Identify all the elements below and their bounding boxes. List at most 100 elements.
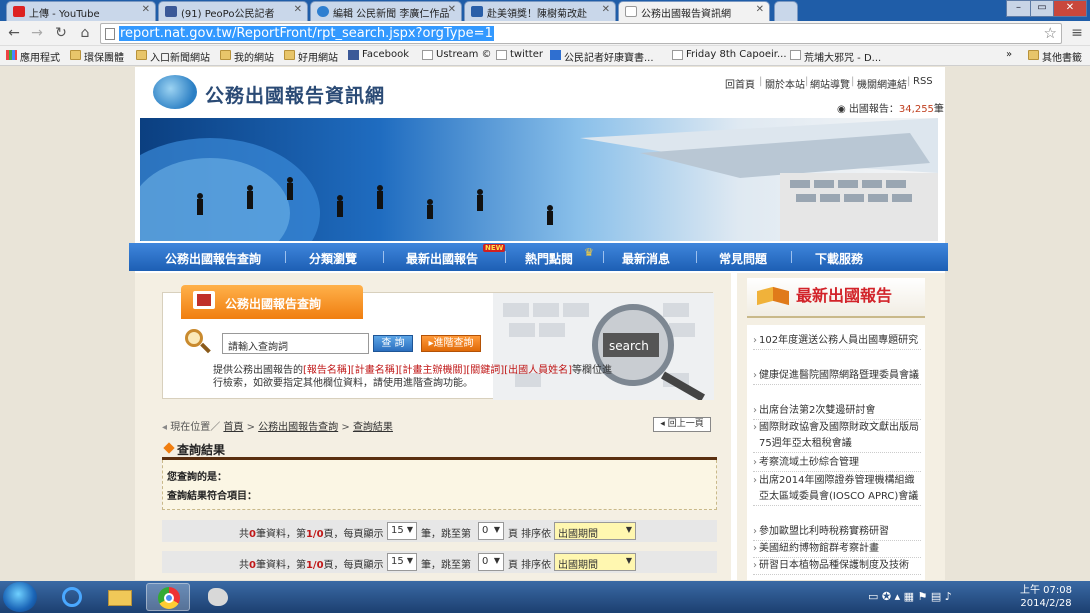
- breadcrumb: ◂ 現在位置／ 首頁 > 公務出國報告查詢 > 查詢結果: [162, 422, 393, 433]
- search-panel-title: 公務出國報告查詢: [225, 297, 322, 311]
- per-page-select[interactable]: 15 ▼: [387, 522, 417, 540]
- breadcrumb-results[interactable]: 查詢結果: [353, 422, 393, 433]
- star-icon[interactable]: ☆: [1044, 24, 1057, 42]
- breadcrumb-home[interactable]: 首頁: [223, 422, 243, 433]
- dropdown-arrow-icon: ▼: [625, 556, 632, 565]
- page-overlay: search 公務出國報告查詢 請輸入查詢詞 查 詢 ▸進階查詢 提供公務出國報…: [135, 67, 945, 580]
- browser-tab-facebook[interactable]: (91) PeoPo公民記者 ✕: [158, 1, 308, 21]
- page-icon: [672, 50, 683, 60]
- bookmark-apps[interactable]: 應用程式: [6, 49, 60, 64]
- back-button[interactable]: ◂ 回上一頁: [653, 417, 711, 432]
- browser-tab-news[interactable]: 赴美領獎！陳樹菊改赴 ✕: [464, 1, 616, 21]
- jump-page-select[interactable]: 0 ▼: [478, 522, 504, 540]
- pager-bottom: 共0筆資料，第1/0頁，每頁顯示 15 ▼ 筆，跳至第 0 ▼ 頁 排序依 出國期間…: [162, 551, 717, 573]
- new-tab-button[interactable]: [774, 1, 798, 21]
- start-button[interactable]: [3, 582, 37, 612]
- explorer-folder-icon[interactable]: [98, 583, 142, 611]
- per-page-select[interactable]: 15 ▼: [387, 553, 417, 571]
- page-icon: [105, 28, 115, 40]
- apps-icon: [6, 50, 17, 60]
- clock-time: 上午 07:08: [1020, 585, 1072, 596]
- sidebar-title: 最新出國報告: [796, 286, 893, 305]
- list-item[interactable]: 102年度選送公務人員出國專題研究: [753, 333, 921, 350]
- chrome-icon[interactable]: [146, 583, 190, 611]
- browser-tab-peopo[interactable]: 編輯 公民新聞 李廣仁作品 ✕: [310, 1, 462, 21]
- breadcrumb-prefix: 現在位置／: [170, 422, 221, 433]
- arrow-icon: ◂: [162, 422, 168, 433]
- bookmark-folder[interactable]: 我的網站: [220, 49, 274, 64]
- taskbar: ▭ ✪ ▴ ▦ ⚑ ▤ ♪ 上午 07:08 2014/2/28: [0, 581, 1090, 613]
- list-item[interactable]: 出席台法第2次雙邊研討會: [753, 403, 921, 420]
- bookmarks-overflow[interactable]: »: [1006, 49, 1012, 60]
- list-item[interactable]: 健康促進醫院國際網路暨理委員會議: [753, 368, 921, 385]
- clock-date: 2014/2/28: [1020, 598, 1072, 609]
- folder-icon: [70, 50, 81, 60]
- bookmark-folder[interactable]: 環保團體: [70, 49, 124, 64]
- folder-icon: [284, 50, 295, 60]
- minimize-icon[interactable]: –: [1006, 0, 1031, 17]
- bookmark-folder[interactable]: 好用網站: [284, 49, 338, 64]
- close-icon[interactable]: ✕: [142, 4, 150, 15]
- search-button[interactable]: 查 詢: [373, 335, 413, 352]
- back-arrow-icon[interactable]: ←: [5, 25, 23, 43]
- tab-title: 編輯 公民新聞 李廣仁作品: [333, 9, 450, 20]
- jump-page-select[interactable]: 0 ▼: [478, 553, 504, 571]
- news-icon: [471, 6, 483, 17]
- tab-title: 赴美領獎！陳樹菊改赴: [487, 9, 587, 20]
- keyword-input[interactable]: 請輸入查詢詞: [222, 333, 369, 354]
- breadcrumb-report-search[interactable]: 公務出國報告查詢: [258, 422, 338, 433]
- browser-tab-youtube[interactable]: 上傳 - YouTube ✕: [6, 1, 156, 21]
- list-item[interactable]: 出席2014年國際證券管理機構組織亞太區域委員會(IOSCO APRC)會議: [753, 473, 921, 506]
- bookmark-other[interactable]: 其他書籤: [1028, 49, 1082, 64]
- bookmark-ustream[interactable]: Ustream ©: [422, 49, 492, 60]
- dropdown-arrow-icon: ▼: [493, 525, 500, 534]
- bookmark-facebook[interactable]: Facebook: [348, 49, 409, 60]
- tab-title: 公務出國報告資訊網: [641, 9, 731, 20]
- list-item[interactable]: 參加歐盟比利時稅務實務研習: [753, 524, 921, 541]
- close-icon[interactable]: ✕: [756, 4, 764, 15]
- magnifier-icon: [185, 329, 211, 355]
- forward-arrow-icon[interactable]: →: [28, 25, 46, 43]
- paint-icon[interactable]: [196, 583, 240, 611]
- arrow-icon: ◂: [660, 419, 665, 429]
- browser-tab-strip: 上傳 - YouTube ✕ (91) PeoPo公民記者 ✕ 編輯 公民新聞 …: [0, 0, 1090, 21]
- facebook-icon: [348, 50, 359, 60]
- book-icon: [193, 291, 215, 309]
- close-icon[interactable]: ✕: [602, 4, 610, 15]
- list-item[interactable]: 考察流域土砂綜合管理: [753, 455, 921, 472]
- list-item[interactable]: 國際財政協會及國際財政文獻出版局75週年亞太租稅會議: [753, 420, 921, 453]
- list-item[interactable]: 研習日本植物品種保護制度及技術: [753, 558, 921, 575]
- advanced-search-button[interactable]: ▸進階查詢: [421, 335, 481, 352]
- window-close-icon[interactable]: ✕: [1053, 0, 1087, 17]
- close-icon[interactable]: ✕: [448, 4, 456, 15]
- query-label: 您查詢的是：: [167, 472, 227, 483]
- page-icon: [625, 6, 637, 17]
- reload-icon[interactable]: ↻: [52, 25, 70, 43]
- ie-icon[interactable]: [50, 583, 94, 611]
- list-item[interactable]: 美國紐約博物館群考察計畫: [753, 541, 921, 558]
- browser-tab-active[interactable]: 公務出國報告資訊網 ✕: [618, 1, 770, 21]
- url-text[interactable]: report.nat.gov.tw/ReportFront/rpt_search…: [119, 26, 494, 41]
- page-icon: [496, 50, 507, 60]
- sort-select[interactable]: 出國期間 ▼: [554, 553, 636, 571]
- sort-select[interactable]: 出國期間 ▼: [554, 522, 636, 540]
- match-label: 查詢結果符合項目：: [167, 491, 257, 502]
- bookmark-peopo[interactable]: 公民記者好康寶書...: [550, 49, 654, 64]
- clock[interactable]: 上午 07:08 2014/2/28: [1020, 584, 1072, 610]
- tab-title: 上傳 - YouTube: [29, 9, 100, 20]
- bookmark-folder[interactable]: 入口新聞網站: [136, 49, 210, 64]
- menu-icon[interactable]: ≡: [1068, 25, 1086, 43]
- close-icon[interactable]: ✕: [294, 4, 302, 15]
- bookmark-twitter[interactable]: twitter: [496, 49, 543, 60]
- address-bar[interactable]: report.nat.gov.tw/ReportFront/rpt_search…: [100, 23, 1062, 44]
- peopo-icon: [317, 6, 329, 17]
- search-description: 提供公務出國報告的[報告名稱][計畫名稱][計畫主辦機關][關鍵詞][出國人員姓…: [213, 365, 613, 389]
- maximize-icon[interactable]: ▭: [1030, 0, 1054, 17]
- system-tray-icons[interactable]: ▭ ✪ ▴ ▦ ⚑ ▤ ♪: [868, 590, 952, 603]
- facebook-icon: [165, 6, 177, 17]
- home-icon[interactable]: ⌂: [76, 25, 94, 43]
- bookmark-capoeira[interactable]: Friday 8th Capoeir...: [672, 49, 787, 60]
- bullet-icon: [163, 442, 175, 454]
- dropdown-arrow-icon: ▼: [406, 525, 413, 534]
- bookmark-film[interactable]: 荒埔大邪咒 - D...: [790, 49, 881, 64]
